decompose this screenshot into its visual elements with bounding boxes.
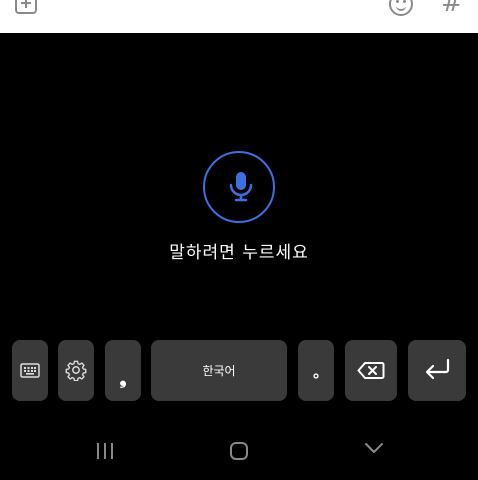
emoji-eye-right [403,0,406,3]
voice-input-button[interactable] [203,151,275,223]
recent-apps-button[interactable] [97,440,117,462]
recent-bar-3 [111,443,113,459]
keyboard-icon [20,363,40,378]
emoji-mouth [396,4,406,11]
punctuation-key-right[interactable]: ∘ [298,340,334,401]
emoji-icon[interactable] [389,0,413,16]
backspace-key[interactable] [345,340,397,401]
voice-prompt-text: 말하려면 누르세요 [169,243,309,263]
space-bar-label: 한국어 [202,364,236,378]
back-button[interactable] [364,440,384,459]
enter-icon [425,358,450,380]
punctuation-right-label: ∘ [310,366,321,385]
keyboard-switch-key[interactable] [12,340,48,401]
punctuation-left-label: ❟ [119,368,127,389]
chevron-down-icon [365,443,383,453]
gear-icon [65,360,87,381]
top-toolbar: # [0,0,478,33]
punctuation-key-left[interactable]: ❟ [105,340,141,401]
backspace-icon [357,362,385,379]
hashtag-button[interactable]: # [441,0,463,16]
enter-key[interactable] [408,340,466,401]
home-button[interactable] [230,442,248,460]
space-bar-key[interactable]: 한국어 [151,340,287,401]
emoji-eye-left [396,0,399,3]
recent-bar-2 [104,443,106,459]
recent-bar-1 [97,443,99,459]
microphone-icon [229,172,253,202]
settings-key[interactable] [58,340,94,401]
add-icon[interactable] [15,0,37,14]
